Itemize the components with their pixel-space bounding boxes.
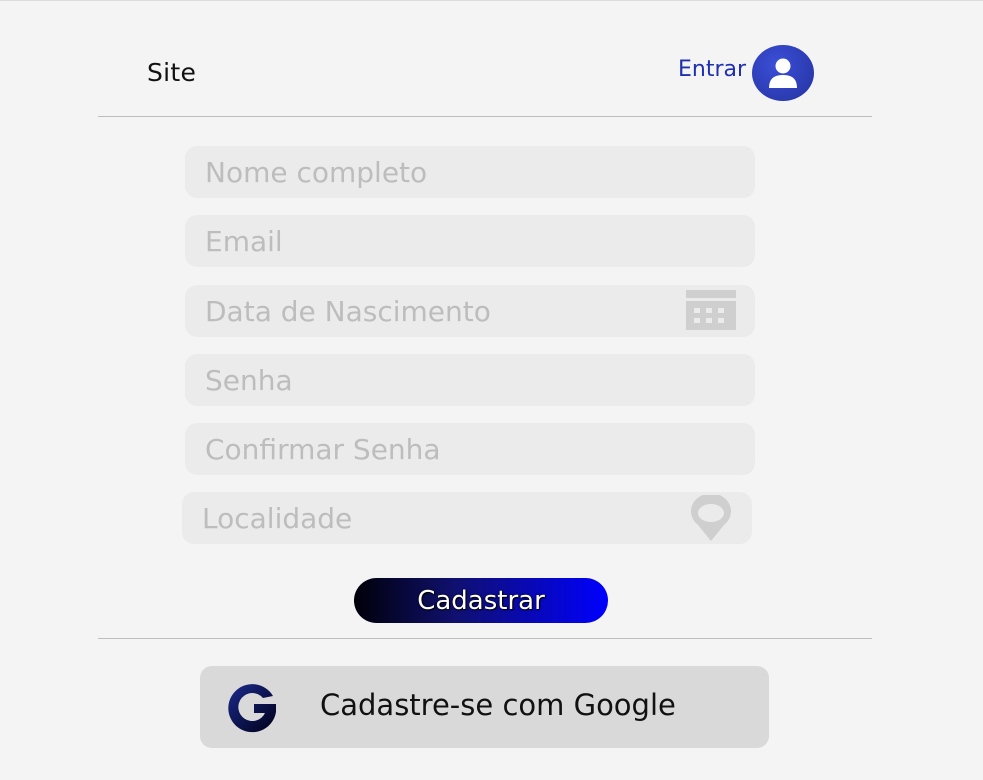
email-input[interactable] [185,215,755,267]
confirm-password-input[interactable] [185,423,755,475]
password-input[interactable] [185,354,755,406]
email-field [185,215,755,267]
user-avatar-icon [769,58,797,88]
user-avatar-button[interactable] [752,45,814,101]
full-name-field [185,146,755,198]
location-field [182,492,752,544]
google-signup-label: Cadastre-se com Google [320,688,676,722]
location-input[interactable] [182,492,752,544]
site-title: Site [147,58,197,87]
header-divider [98,116,872,117]
location-pin-icon[interactable] [686,495,736,541]
google-signup-button[interactable]: Cadastre-se com Google [200,666,769,748]
confirm-password-field [185,423,755,475]
calendar-icon[interactable] [686,290,736,330]
birth-date-input[interactable] [185,285,755,337]
password-field [185,354,755,406]
birth-date-field [185,285,755,337]
login-link[interactable]: Entrar [678,57,746,82]
full-name-input[interactable] [185,146,755,198]
google-icon [228,684,276,733]
footer-divider [98,638,872,639]
register-button[interactable]: Cadastrar [354,578,608,623]
